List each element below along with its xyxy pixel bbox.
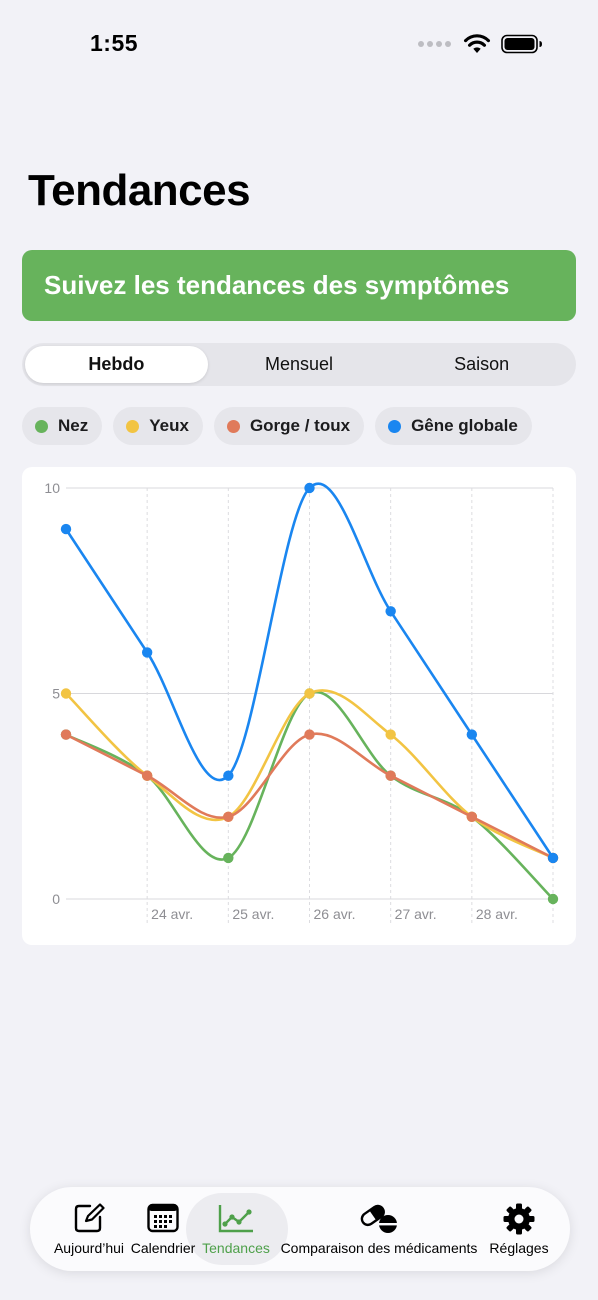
legend-label-eyes: Yeux <box>149 416 189 435</box>
battery-icon <box>501 34 542 53</box>
banner-text: Suivez les tendances des symptômes <box>44 270 510 300</box>
legend-dot-nose <box>35 419 48 433</box>
y-tick-label: 10 <box>44 480 60 496</box>
data-point-nez <box>223 852 234 864</box>
period-segmented-control: Hebdo Mensuel Saison <box>22 343 576 386</box>
status-bar: 1:55 <box>0 0 598 90</box>
data-point-gorge-toux <box>385 770 396 781</box>
page-title: Tendances <box>28 166 251 215</box>
cellular-signal-icon <box>418 40 451 47</box>
data-point-nez <box>547 893 559 905</box>
tab-settings-label: Réglages <box>489 1240 549 1256</box>
legend-dot-eyes <box>126 419 140 433</box>
tab-calendar-label: Calendrier <box>130 1240 196 1256</box>
data-point-gene-globale <box>385 606 396 617</box>
tab-trends-label: Tendances <box>202 1240 270 1256</box>
legend-label-nose: Nez <box>58 416 89 435</box>
tab-trends[interactable]: Tendances <box>198 1187 274 1271</box>
segment-monthly[interactable]: Mensuel <box>208 346 391 383</box>
trend-chart: 0 5 10 24 avr. 25 avr. 26 avr. 27 avr. 28 avr. <box>44 480 559 925</box>
y-tick-label: 5 <box>52 686 60 702</box>
data-point-gene-globale <box>547 852 559 864</box>
data-point-gene-globale <box>60 523 72 535</box>
calendar-icon <box>147 1203 179 1233</box>
data-point-gorge-toux <box>466 811 478 822</box>
tab-bar: Aujourd’hui Calendrier Tendances Compara… <box>30 1187 570 1271</box>
x-tick-label: 24 avr. <box>151 906 193 922</box>
symptom-legend: Nez Yeux Gorge / toux Gêne globale <box>22 407 532 445</box>
compose-icon <box>74 1203 105 1233</box>
tab-today[interactable]: Aujourd’hui <box>50 1187 128 1271</box>
data-point-gorge-toux <box>141 770 153 781</box>
x-tick-label: 28 avr. <box>476 906 518 922</box>
legend-chip-throat[interactable]: Gorge / toux <box>213 407 365 445</box>
tab-settings[interactable]: Réglages <box>484 1187 554 1271</box>
legend-label-throat: Gorge / toux <box>249 416 351 435</box>
y-tick-label: 0 <box>52 891 60 907</box>
legend-dot-throat <box>226 419 240 433</box>
segment-weekly[interactable]: Hebdo <box>25 346 208 383</box>
tab-medication-comparison[interactable]: Comparaison des médicaments <box>274 1187 484 1271</box>
data-point-gene-globale <box>141 647 153 658</box>
x-tick-label: 26 avr. <box>314 906 356 922</box>
status-icons <box>418 33 543 54</box>
chart-line-icon <box>218 1205 253 1233</box>
legend-dot-overall <box>388 419 402 433</box>
data-point-gorge-toux <box>223 811 234 822</box>
data-point-gene-globale <box>304 482 315 494</box>
trends-banner: Suivez les tendances des symptômes <box>22 250 576 321</box>
tab-today-label: Aujourd’hui <box>53 1240 125 1256</box>
status-time: 1:55 <box>90 30 139 56</box>
data-point-yeux <box>304 688 315 699</box>
legend-label-overall: Gêne globale <box>411 416 518 435</box>
data-point-yeux <box>60 688 72 699</box>
legend-chip-eyes[interactable]: Yeux <box>113 407 203 445</box>
data-point-gorge-toux <box>60 729 72 740</box>
legend-chip-nose[interactable]: Nez <box>22 407 103 445</box>
legend-chip-overall[interactable]: Gêne globale <box>375 407 532 445</box>
segment-season[interactable]: Saison <box>390 346 573 383</box>
data-point-gene-globale <box>466 729 478 740</box>
pills-icon <box>360 1204 397 1233</box>
tab-calendar[interactable]: Calendrier <box>128 1187 198 1271</box>
tab-medication-comparison-label: Comparaison des médicaments <box>280 1240 478 1256</box>
gear-icon <box>503 1203 535 1235</box>
trend-chart-card: 0 5 10 24 avr. 25 avr. 26 avr. 27 avr. 28 avr. <box>22 467 576 945</box>
data-point-gene-globale <box>223 770 234 781</box>
data-point-yeux <box>385 729 396 740</box>
x-tick-label: 25 avr. <box>232 906 274 922</box>
wifi-icon <box>464 34 490 53</box>
x-tick-label: 27 avr. <box>395 906 437 922</box>
data-point-gorge-toux <box>304 729 315 740</box>
